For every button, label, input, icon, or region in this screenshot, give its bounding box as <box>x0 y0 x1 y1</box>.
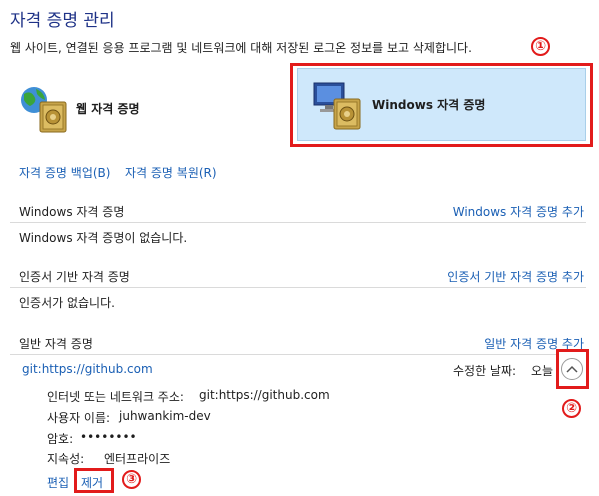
restore-credentials-link[interactable]: 자격 증명 복원(R) <box>125 164 217 181</box>
collapse-button[interactable] <box>561 358 583 380</box>
credential-name-link[interactable]: git:https://github.com <box>22 362 153 376</box>
page-title: 자격 증명 관리 <box>10 11 115 31</box>
annotation-3: ③ <box>122 470 141 489</box>
windows-credentials-tile[interactable]: Windows 자격 증명 <box>297 68 586 141</box>
windows-section-title: Windows 자격 증명 <box>19 205 125 219</box>
add-windows-credential-link[interactable]: Windows 자격 증명 추가 <box>453 203 584 220</box>
generic-section-title: 일반 자격 증명 <box>19 337 93 351</box>
credential-modified-label: 수정한 날짜: <box>453 364 517 378</box>
password-label: 암호: <box>47 432 74 446</box>
divider <box>10 222 586 223</box>
windows-credentials-label: Windows 자격 증명 <box>372 98 486 112</box>
globe-vault-icon <box>16 80 72 136</box>
username-label: 사용자 이름: <box>47 411 111 425</box>
annotation-1: ① <box>531 37 550 56</box>
certificate-section-empty: 인증서가 없습니다. <box>19 296 115 310</box>
windows-section-empty: Windows 자격 증명이 없습니다. <box>19 231 188 245</box>
address-value: git:https://github.com <box>199 388 330 402</box>
credential-modified-value: 오늘 <box>531 364 554 378</box>
persistence-label: 지속성: <box>47 452 85 466</box>
divider <box>10 287 586 288</box>
certificate-section-title: 인증서 기반 자격 증명 <box>19 270 130 284</box>
address-label: 인터넷 또는 네트워크 주소: <box>47 390 184 404</box>
backup-credentials-link[interactable]: 자격 증명 백업(B) <box>19 164 110 181</box>
password-value: •••••••• <box>80 430 137 444</box>
remove-link[interactable]: 제거 <box>81 474 103 491</box>
chevron-up-icon <box>566 362 578 376</box>
annotation-2: ② <box>562 399 581 418</box>
divider <box>10 354 586 355</box>
monitor-vault-icon <box>310 77 366 133</box>
web-credentials-tile[interactable]: 웹 자격 증명 <box>16 80 246 136</box>
page-description: 웹 사이트, 연결된 응용 프로그램 및 네트워크에 대해 저장된 로그온 정보… <box>10 41 472 55</box>
web-credentials-label: 웹 자격 증명 <box>76 101 140 116</box>
add-certificate-credential-link[interactable]: 인증서 기반 자격 증명 추가 <box>447 268 584 285</box>
persistence-value: 엔터프라이즈 <box>104 452 171 466</box>
username-value: juhwankim-dev <box>119 409 211 423</box>
edit-link[interactable]: 편집 <box>47 474 69 491</box>
